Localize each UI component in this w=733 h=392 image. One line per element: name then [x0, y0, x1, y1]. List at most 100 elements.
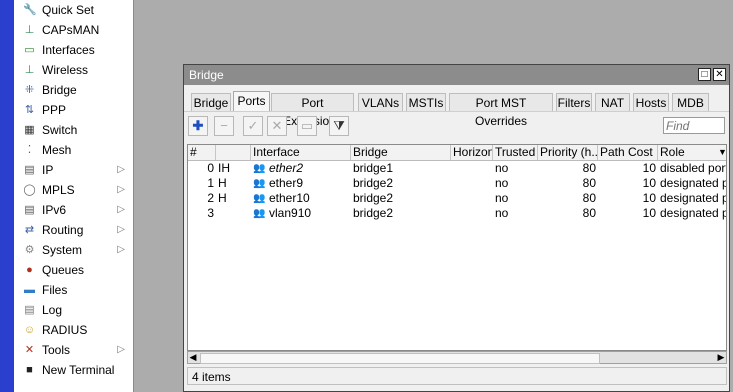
sidebar-item-switch[interactable]: ▦ Switch — [14, 120, 133, 140]
winbox-side-strip — [0, 0, 14, 392]
items-count: 4 items — [192, 370, 231, 384]
sidebar-item-ipv6[interactable]: ▤ IPv6 ▷ — [14, 200, 133, 220]
scroll-left-icon[interactable]: ◀ — [188, 351, 198, 364]
column-header[interactable]: Interface — [251, 145, 351, 160]
cell-flags — [216, 206, 251, 221]
horizontal-scrollbar[interactable]: ◀ ▶ — [187, 351, 727, 364]
column-header[interactable]: Priority (h... — [538, 145, 598, 160]
cell-bridge: bridge1 — [353, 161, 394, 175]
interface-users-icon: 👥 — [253, 193, 266, 205]
tab-mdb[interactable]: MDB — [672, 93, 709, 111]
column-header[interactable]: Path Cost — [598, 145, 658, 160]
bridge-icon: ⁜ — [24, 84, 35, 96]
cell-interface: 👥 ether2 — [251, 161, 351, 176]
column-header[interactable]: # — [188, 145, 216, 160]
column-header[interactable]: Bridge — [351, 145, 451, 160]
radius-icon: ☺ — [23, 324, 36, 336]
cell-num: 0 — [207, 161, 214, 175]
submenu-arrow-icon: ▷ — [117, 344, 125, 355]
cell-path-cost: 10 — [642, 161, 656, 175]
tab-port-extensions[interactable]: Port Extensions — [271, 93, 354, 128]
tab-nat[interactable]: NAT — [595, 93, 630, 111]
window-titlebar[interactable]: Bridge □ ✕ — [184, 65, 729, 85]
cell-trusted: no — [495, 206, 509, 220]
sidebar-item-wireless[interactable]: ⊥ Wireless — [14, 60, 133, 80]
tab-hosts[interactable]: Hosts — [633, 93, 669, 111]
tab-bridge[interactable]: Bridge — [191, 93, 231, 111]
table-row[interactable]: 0 IH 👥 ether2 bridge1 no 80 10 disabled port — [188, 161, 727, 176]
column-menu-icon[interactable]: ▼ — [716, 145, 726, 160]
interface-name: ether9 — [269, 176, 304, 190]
cell-priority: 80 — [582, 161, 596, 175]
sidebar-item-label: Quick Set — [42, 3, 95, 17]
column-header[interactable]: Trusted — [493, 145, 538, 160]
tab-port-mst-overrides[interactable]: Port MST Overrides — [449, 93, 553, 128]
routing-icon: ⇄ — [24, 224, 35, 236]
find-input[interactable] — [663, 117, 725, 134]
remove-button[interactable]: − — [214, 116, 234, 136]
scrollbar-thumb[interactable] — [200, 353, 600, 364]
table-row[interactable]: 3👥vlan910bridge2no8010designated port — [188, 206, 726, 221]
sidebar-item-ip[interactable]: ▤ IP ▷ — [14, 160, 133, 180]
sidebar-item-routing[interactable]: ⇄ Routing ▷ — [14, 220, 133, 240]
cell-num: 2 — [207, 191, 214, 205]
tab-ports[interactable]: Ports — [233, 91, 270, 112]
column-header[interactable]: Horizon — [451, 145, 493, 160]
scroll-right-icon[interactable]: ▶ — [716, 351, 726, 364]
bridge-window: Bridge □ ✕ BridgePortsPort ExtensionsVLA… — [183, 64, 730, 392]
sidebar-item-label: Switch — [42, 123, 78, 137]
close-button[interactable]: ✕ — [713, 68, 726, 81]
sidebar-item-capsman[interactable]: ⊥ CAPsMAN — [14, 20, 133, 40]
cell-flags: IH — [218, 161, 230, 175]
cell-flags: H — [218, 191, 227, 205]
sidebar-item-radius[interactable]: ☺ RADIUS — [14, 320, 133, 340]
sidebar-item-ppp[interactable]: ⇅ PPP — [14, 100, 133, 120]
sidebar-item-interfaces[interactable]: ▭ Interfaces — [14, 40, 133, 60]
comment-button[interactable]: ▭ — [297, 116, 317, 136]
sidebar-item-tools[interactable]: ✕ Tools ▷ — [14, 340, 133, 360]
cell-role: disabled port — [660, 161, 727, 175]
submenu-arrow-icon: ▷ — [117, 204, 125, 215]
cell-trusted: no — [495, 176, 509, 190]
table-row[interactable]: 1H👥ether9bridge2no8010designated port — [188, 176, 726, 191]
interface-users-icon: 👥 — [253, 208, 266, 220]
sidebar-item-system[interactable]: ⚙ System ▷ — [14, 240, 133, 260]
sidebar-item-mesh[interactable]: ⁚ Mesh — [14, 140, 133, 160]
sidebar-item-label: Tools — [42, 343, 71, 357]
cell-bridge: bridge2 — [353, 206, 394, 220]
maximize-button[interactable]: □ — [698, 68, 711, 81]
cell-bridge: bridge2 — [353, 191, 394, 205]
sidebar-item-new-terminal[interactable]: ■ New Terminal — [14, 360, 133, 380]
sidebar-item-label: IPv6 — [42, 203, 67, 217]
sidebar-item-bridge[interactable]: ⁜ Bridge — [14, 80, 133, 100]
sidebar-item-quick-set[interactable]: 🔧 Quick Set — [14, 0, 133, 20]
interfaces-icon: ▭ — [24, 44, 35, 56]
cell-interface: 👥 ether9 — [251, 176, 351, 191]
enable-button[interactable]: ✓ — [243, 116, 263, 136]
sidebar-item-log[interactable]: ▤ Log — [14, 300, 133, 320]
ppp-icon: ⇅ — [24, 104, 35, 116]
disable-button[interactable]: ✕ — [267, 116, 287, 136]
cell-priority: 80 — [582, 206, 596, 220]
cell-horizon — [451, 176, 493, 191]
sidebar-item-label: Routing — [42, 223, 84, 237]
cell-horizon — [451, 191, 493, 206]
add-button[interactable]: ✚ — [188, 116, 208, 136]
sidebar-item-queues[interactable]: ● Queues — [14, 260, 133, 280]
table-row[interactable]: 2H👥ether10bridge2no8010designated port — [188, 191, 726, 206]
tab-mstis[interactable]: MSTIs — [406, 93, 446, 111]
cell-priority: 80 — [582, 191, 596, 205]
submenu-arrow-icon: ▷ — [117, 244, 125, 255]
cell-path-cost: 10 — [642, 191, 656, 205]
ports-table: # Interface Bridge Horizon Trusted Priority (… — [187, 144, 727, 351]
column-header[interactable] — [216, 145, 251, 160]
filter-button[interactable]: ⧩ — [329, 116, 349, 136]
tab-vlans[interactable]: VLANs — [358, 93, 403, 111]
wrench-icon: 🔧 — [23, 4, 37, 16]
sidebar-item-mpls[interactable]: ◯ MPLS ▷ — [14, 180, 133, 200]
window-title: Bridge — [189, 68, 224, 82]
tab-filters[interactable]: Filters — [556, 93, 592, 111]
interface-name: vlan910 — [269, 206, 312, 220]
sidebar-item-files[interactable]: ▬ Files — [14, 280, 133, 300]
ipv6-icon: ▤ — [24, 204, 35, 216]
